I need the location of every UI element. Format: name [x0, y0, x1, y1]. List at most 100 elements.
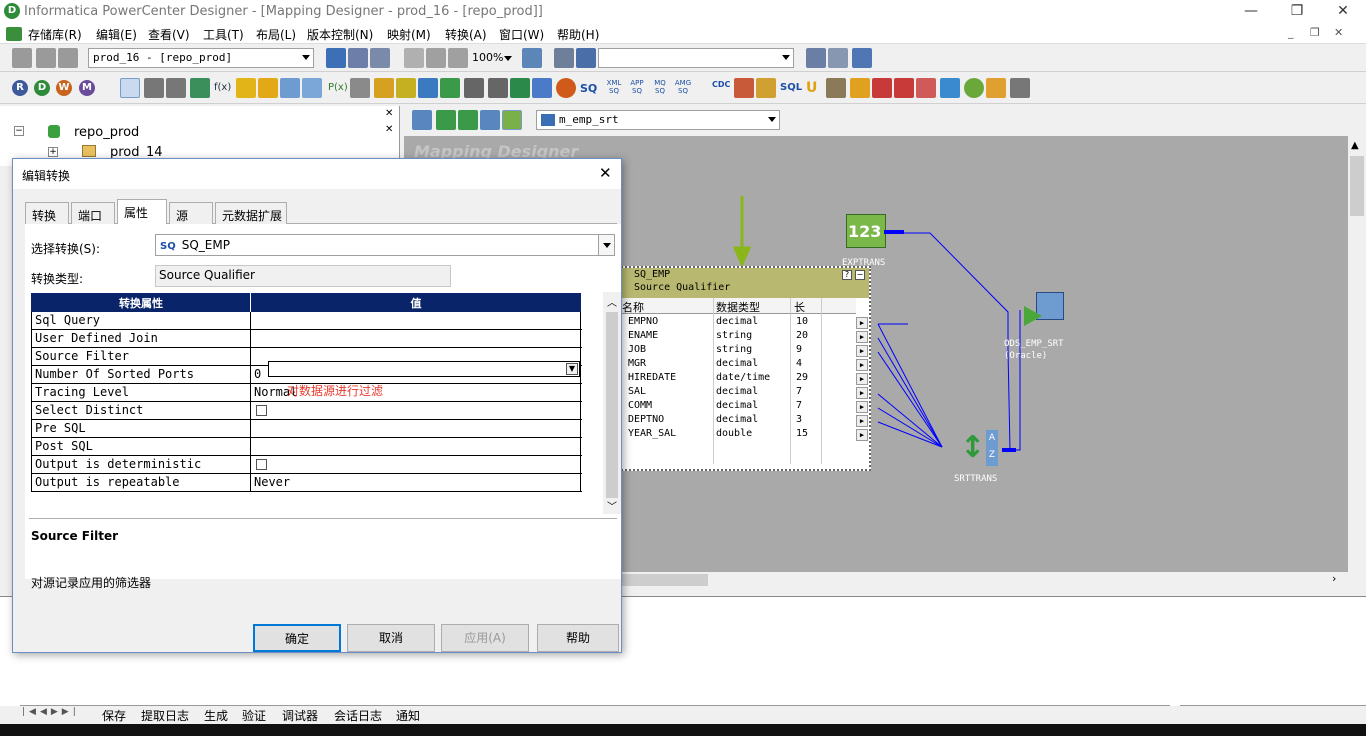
- port-arrow-icon[interactable]: ▶: [856, 345, 868, 357]
- sq-col-divider: [821, 298, 822, 464]
- sq-port-len: 3: [796, 414, 803, 425]
- combo-dropdown-icon[interactable]: [598, 235, 614, 255]
- tab-session-log[interactable]: 会话日志: [334, 707, 382, 724]
- tab-metadata-extensions[interactable]: 元数据扩展: [215, 202, 287, 224]
- tab-nav-arrows-icon[interactable]: |◀◀▶▶|: [22, 707, 80, 717]
- property-row[interactable]: Sql Query: [32, 312, 582, 330]
- annotation-text: 对数据源进行过滤: [287, 384, 384, 398]
- port-arrow-icon[interactable]: ▶: [856, 317, 868, 329]
- props-scroll-thumb[interactable]: [606, 312, 618, 498]
- sq-port-type: decimal: [716, 316, 759, 327]
- property-row[interactable]: Select Distinct: [32, 402, 582, 420]
- target-node[interactable]: [1024, 292, 1064, 328]
- tab-validate[interactable]: 验证: [242, 707, 266, 724]
- sq-port-row[interactable]: JOB string 9 ▶: [620, 344, 868, 358]
- properties-vscroll[interactable]: ︿ ﹀: [603, 292, 621, 514]
- sq-port-row[interactable]: EMPNO decimal 10 ▶: [620, 316, 868, 330]
- header-property: 转换属性: [119, 297, 163, 310]
- sq-badge-icon: SQ: [160, 241, 176, 252]
- tab-ports[interactable]: 端口: [71, 202, 115, 224]
- property-checkbox[interactable]: [256, 459, 267, 470]
- props-scroll-down-icon[interactable]: ﹀: [607, 498, 617, 513]
- props-scroll-up-icon[interactable]: ︿: [607, 294, 617, 309]
- port-arrow-icon[interactable]: ▶: [856, 387, 868, 399]
- sq-port-row[interactable]: YEAR_SAL double 15 ▶: [620, 428, 868, 442]
- sq-col-len: 长: [794, 301, 805, 314]
- sq-ports: EMPNO decimal 10 ▶ ENAME string 20 ▶ JOB string 9 ▶…: [620, 316, 870, 456]
- property-name: Sql Query: [35, 313, 101, 327]
- srttrans-port-icon: [1002, 448, 1016, 452]
- sq-port-name: MGR: [628, 358, 647, 369]
- column-divider: [250, 348, 251, 366]
- port-arrow-icon[interactable]: ▶: [856, 401, 868, 413]
- property-name: Pre SQL: [35, 421, 86, 435]
- sq-header[interactable]: SQ_EMP Source Qualifier ? −: [620, 268, 869, 298]
- sq-emp-node[interactable]: SQ_EMP Source Qualifier ? − 名称 数据类型 长 EM…: [618, 266, 871, 471]
- tab-transformation[interactable]: 转换: [25, 202, 69, 224]
- dialog-close-icon[interactable]: ✕: [599, 164, 612, 182]
- sq-port-row[interactable]: MGR decimal 4 ▶: [620, 358, 868, 372]
- property-row[interactable]: Output is deterministic: [32, 456, 582, 474]
- tab-debugger[interactable]: 调试器: [282, 707, 318, 724]
- description-text: 对源记录应用的筛选器: [31, 576, 152, 590]
- description-divider: [29, 518, 617, 519]
- header-divider: [250, 293, 251, 312]
- property-name: Select Distinct: [35, 403, 144, 417]
- properties-header: 转换属性 值: [31, 293, 581, 312]
- sq-port-type: decimal: [716, 358, 759, 369]
- property-checkbox[interactable]: [256, 405, 267, 416]
- sq-port-name: SAL: [628, 386, 647, 397]
- property-row[interactable]: Post SQL: [32, 438, 582, 456]
- property-name: Number Of Sorted Ports: [35, 367, 194, 381]
- sq-port-len: 29: [796, 372, 809, 383]
- taskbar: [0, 724, 1366, 736]
- source-filter-editor[interactable]: ▼: [268, 361, 580, 377]
- tab-save[interactable]: 保存: [102, 707, 126, 724]
- ok-button[interactable]: 确定: [253, 624, 341, 652]
- port-arrow-icon[interactable]: ▶: [856, 331, 868, 343]
- sq-minimize-icon[interactable]: −: [855, 270, 865, 280]
- tab-generate[interactable]: 生成: [204, 707, 228, 724]
- cancel-button[interactable]: 取消: [347, 624, 435, 652]
- property-value[interactable]: Never: [254, 475, 290, 489]
- sq-port-name: DEPTNO: [628, 414, 665, 425]
- column-divider: [250, 330, 251, 348]
- property-row[interactable]: Pre SQL: [32, 420, 582, 438]
- column-divider: [250, 456, 251, 474]
- port-arrow-icon[interactable]: ▶: [856, 429, 868, 441]
- sq-port-row[interactable]: COMM decimal 7 ▶: [620, 400, 868, 414]
- dialog-titlebar: 编辑转换 ✕: [13, 159, 621, 189]
- output-hscroll[interactable]: [1180, 705, 1366, 723]
- select-transformation-combo[interactable]: SQ SQ_EMP: [155, 234, 615, 256]
- tab-sources[interactable]: 源: [169, 202, 213, 224]
- column-divider: [250, 474, 251, 492]
- port-arrow-icon[interactable]: ▶: [856, 359, 868, 371]
- apply-button[interactable]: 应用(A): [441, 624, 529, 652]
- property-row[interactable]: Output is repeatable Never: [32, 474, 582, 492]
- sq-port-len: 7: [796, 400, 803, 411]
- exptrans-node[interactable]: 123: [846, 214, 886, 248]
- sq-col-divider: [713, 298, 714, 464]
- sq-help-icon[interactable]: ?: [842, 270, 852, 280]
- property-value[interactable]: 0: [254, 367, 261, 381]
- srttrans-node[interactable]: ↕ A Z: [958, 428, 998, 468]
- column-divider: [250, 312, 251, 330]
- help-button[interactable]: 帮助: [537, 624, 619, 652]
- sq-port-row[interactable]: ENAME string 20 ▶: [620, 330, 868, 344]
- tab-notify[interactable]: 通知: [396, 707, 420, 724]
- select-transformation-label: 选择转换(S):: [31, 242, 101, 256]
- source-filter-edit-icon[interactable]: ▼: [566, 363, 578, 375]
- tab-properties[interactable]: 属性: [117, 199, 167, 225]
- port-arrow-icon[interactable]: ▶: [856, 415, 868, 427]
- port-arrow-icon[interactable]: ▶: [856, 373, 868, 385]
- sq-port-len: 4: [796, 358, 803, 369]
- tab-fetch-log[interactable]: 提取日志: [141, 707, 189, 724]
- sq-port-row[interactable]: HIREDATE date/time 29 ▶: [620, 372, 868, 386]
- sq-type: Source Qualifier: [634, 282, 731, 293]
- sq-port-row[interactable]: SAL decimal 7 ▶: [620, 386, 868, 400]
- sq-name: SQ_EMP: [634, 269, 671, 280]
- sq-port-len: 15: [796, 428, 809, 439]
- sq-port-row[interactable]: DEPTNO decimal 3 ▶: [620, 414, 868, 428]
- property-name: Output is repeatable: [35, 475, 180, 489]
- property-row[interactable]: User Defined Join: [32, 330, 582, 348]
